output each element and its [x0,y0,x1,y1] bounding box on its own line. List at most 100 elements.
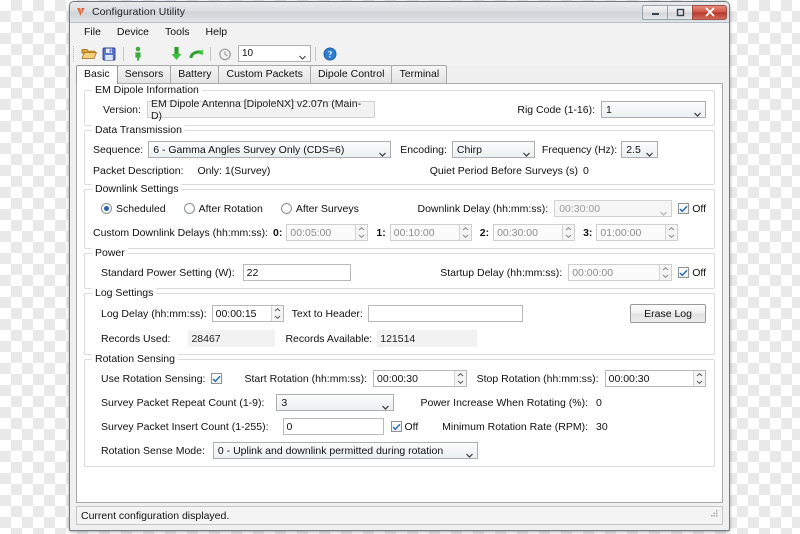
sequence-value: 6 - Gamma Angles Survey Only (CDS=6) [153,143,345,156]
stop-rotation-spinner[interactable]: 00:00:30 [604,370,706,387]
download-button[interactable] [166,44,186,64]
close-button[interactable] [692,4,727,20]
spinner-buttons[interactable] [453,371,466,387]
interval-combobox[interactable]: 10 [238,45,311,62]
spinner-buttons[interactable] [458,225,471,240]
tab-sensors[interactable]: Sensors [116,65,172,83]
downlink-delay-off-label: Off [692,202,706,215]
power-increase-field[interactable]: 0 [593,394,706,411]
custom-delay-0-index: 0: [273,226,283,239]
toolbar-gap [152,47,162,61]
start-rotation-spinner[interactable]: 00:00:30 [373,370,467,387]
custom-delay-1-value: 00:10:00 [393,226,435,239]
quiet-period-value: 0 [583,165,589,177]
radio-scheduled[interactable]: Scheduled [101,203,166,215]
save-disk-icon [102,47,116,60]
upload-person-button[interactable] [128,44,148,64]
radio-button-icon [280,203,292,214]
rotation-sense-mode-combobox[interactable]: 0 - Uplink and downlink permitted during… [212,442,478,459]
spinner-down-icon [272,314,283,322]
power-increase-label: Power Increase When Rotating (%): [420,396,589,409]
spinner-buttons[interactable] [693,371,705,386]
spinner-buttons[interactable] [355,225,368,240]
spinner-up-icon [356,225,367,233]
tab-strip: Basic Sensors Battery Custom Packets Dip… [70,65,729,84]
open-folder-button[interactable] [79,44,99,64]
group-data-transmission: Data Transmission Sequence: 6 - Gamma An… [84,124,715,185]
encoding-value: Chirp [456,143,483,156]
help-icon: ? [323,47,337,60]
custom-delay-1-spinner[interactable]: 00:10:00 [389,224,472,241]
help-button[interactable]: ? [320,44,340,64]
menu-item-file[interactable]: File [76,24,109,40]
radio-after-rotation[interactable]: After Rotation [183,203,263,215]
radio-after-surveys-label: After Surveys [295,202,359,215]
v-logo-icon [75,6,87,18]
group-legend: Log Settings [92,287,157,299]
frequency-combobox[interactable]: 2.5 [621,141,659,158]
minimize-button[interactable] [642,4,667,20]
encoding-label: Encoding: [400,143,447,156]
spinner-buttons[interactable] [665,225,678,240]
tab-battery[interactable]: Battery [170,65,220,83]
standard-power-label: Standard Power Setting (W): [101,266,235,279]
stop-rotation-value: 00:00:30 [608,372,650,385]
custom-delay-0-spinner[interactable]: 00:05:00 [286,224,369,241]
tab-basic[interactable]: Basic [76,65,118,84]
text-to-header-field[interactable] [367,305,523,322]
spinner-buttons[interactable] [659,265,672,280]
tab-dipole-control[interactable]: Dipole Control [309,65,393,83]
version-label: Version: [103,103,141,116]
status-message: Current configuration displayed. [81,509,230,522]
standard-power-field[interactable]: 22 [242,264,351,281]
radio-button-icon [101,203,112,214]
custom-delay-2-spinner[interactable]: 00:30:00 [493,224,576,241]
downlink-delay-label: Downlink Delay (hh:mm:ss): [417,202,549,215]
erase-log-button[interactable]: Erase Log [630,304,706,323]
custom-delay-1-index: 1: [376,226,386,239]
menu-item-help[interactable]: Help [198,24,236,40]
frequency-label: Frequency (Hz): [541,143,618,156]
use-rotation-sensing-checkbox[interactable] [211,373,223,384]
downlink-delay-off-checkbox[interactable]: Off [678,203,706,215]
sequence-combobox[interactable]: 6 - Gamma Angles Survey Only (CDS=6) [148,141,392,158]
save-button[interactable] [99,44,119,64]
maximize-button[interactable] [667,4,692,20]
custom-delay-2-index: 2: [479,226,490,239]
insert-count-off-checkbox[interactable]: Off [390,421,418,433]
chevron-down-icon [694,108,701,117]
toolbar-grip[interactable] [73,46,76,61]
maximize-icon [676,8,684,16]
interval-value: 10 [242,48,254,59]
min-rotation-rate-field[interactable]: 30 [593,418,706,435]
group-rotation-sensing: Rotation Sensing Use Rotation Sensing: S… [84,353,715,467]
insert-count-field[interactable]: 0 [282,418,384,435]
upload-button[interactable] [186,44,206,64]
menu-item-tools[interactable]: Tools [157,24,198,40]
startup-delay-off-checkbox[interactable]: Off [678,267,706,279]
custom-delay-3-spinner[interactable]: 01:00:00 [596,224,679,241]
open-folder-icon [81,49,97,59]
quiet-period-label: Quiet Period Before Surveys (s) [429,165,578,177]
downlink-delay-field[interactable]: 00:30:00 [554,200,673,217]
log-delay-spinner[interactable]: 00:00:15 [211,305,284,322]
spinner-buttons[interactable] [270,306,283,322]
toolbar: 10 ? [70,42,729,65]
clock-refresh-button[interactable] [215,44,235,64]
spinner-buttons[interactable] [562,225,575,240]
tab-custom-packets[interactable]: Custom Packets [218,65,311,83]
spinner-up-icon [272,306,283,314]
rig-code-combobox[interactable]: 1 [601,101,706,118]
encoding-combobox[interactable]: Chirp [451,141,535,158]
chevron-down-icon [646,148,654,157]
startup-delay-spinner[interactable]: 00:00:00 [568,264,673,281]
radio-after-surveys[interactable]: After Surveys [280,202,359,215]
repeat-count-combobox[interactable]: 3 [276,394,395,411]
records-used-label: Records Used: [101,332,171,345]
radio-scheduled-label: Scheduled [116,202,166,215]
resize-gripper-icon[interactable] [709,509,719,522]
spinner-down-icon [455,379,466,387]
log-delay-label: Log Delay (hh:mm:ss): [101,307,207,320]
tab-terminal[interactable]: Terminal [391,65,448,83]
menu-item-device[interactable]: Device [109,24,157,40]
